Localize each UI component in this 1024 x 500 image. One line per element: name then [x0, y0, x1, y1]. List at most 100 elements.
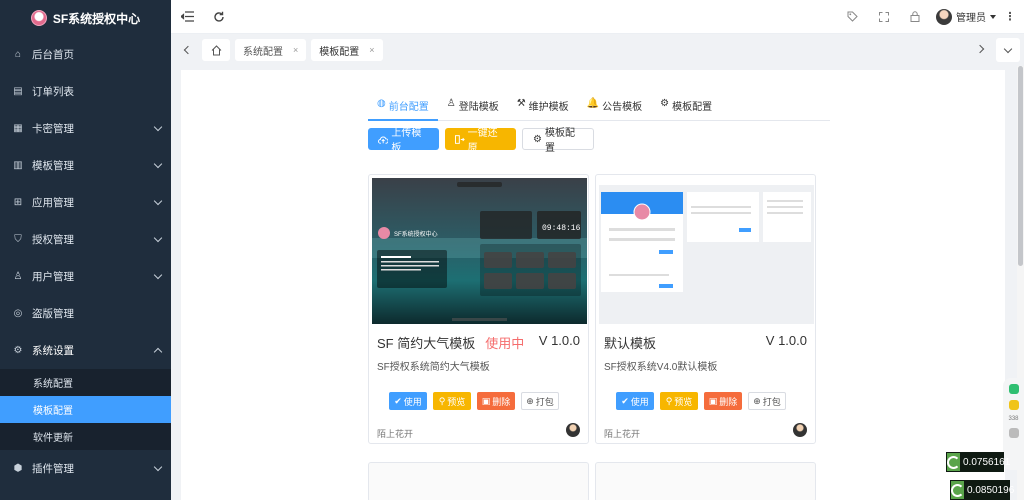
brand[interactable]: SF系统授权中心: [0, 0, 171, 36]
sidebar-item-cards[interactable]: ▦ 卡密管理: [0, 110, 171, 147]
floating-panel-label: 338: [1008, 416, 1019, 422]
chevron-down-icon: [153, 196, 163, 206]
brand-title: SF系统授权中心: [52, 11, 141, 26]
shield-check-icon: [1008, 384, 1019, 394]
template-card-partial: [368, 462, 589, 500]
sidebar-item-apps[interactable]: ⊞ 应用管理: [0, 184, 171, 221]
tabs-scroll-left[interactable]: [175, 39, 197, 61]
sidebar-item-orders[interactable]: ▤ 订单列表: [0, 73, 171, 110]
close-icon[interactable]: ×: [369, 45, 374, 55]
more-vertical-icon[interactable]: ⋮: [1002, 10, 1018, 23]
restore-icon: [455, 134, 465, 144]
sidebar-item-label: 卡密管理: [32, 123, 74, 135]
template-config-button[interactable]: ⚙ 模板配置: [522, 128, 594, 154]
check-icon: ✔: [394, 395, 402, 406]
sidebar-item-templates[interactable]: ▥ 模板管理: [0, 147, 171, 184]
top-header: 管理员 ⋮: [171, 0, 1024, 34]
book-icon: ▥: [13, 159, 23, 171]
pack-button[interactable]: ⊕ 打包: [748, 392, 786, 410]
sidebar-item-auth[interactable]: ⛉ 授权管理: [0, 221, 171, 258]
template-preview-image: SF系统授权中心 09:48:16: [372, 178, 587, 324]
tab-maintenance-template[interactable]: ⚒ 维护模板: [508, 98, 578, 121]
tag-button[interactable]: [837, 0, 868, 34]
template-title: SF 简约大气模板 使用中: [377, 333, 524, 352]
sidebar-item-plugins[interactable]: ⬢ 插件管理: [0, 450, 171, 487]
plus-circle-icon: ⊕: [753, 395, 761, 406]
sidebar-menu: ⌂ 后台首页 ▤ 订单列表 ▦ 卡密管理 ▥ 模板管理 ⊞ 应用管理 ⛉ 授权管…: [0, 36, 171, 487]
chart-icon: [1008, 428, 1019, 438]
scrollbar-thumb[interactable]: [1018, 66, 1023, 266]
ticker-logo-icon: [951, 481, 964, 499]
sidebar-subitem-template-config[interactable]: 模板配置: [0, 396, 171, 423]
header-right: 管理员 ⋮: [837, 0, 1024, 34]
apps-icon: ⊞: [13, 196, 23, 208]
chevron-down-icon: [153, 159, 163, 169]
tabs-scroll-right[interactable]: [970, 38, 992, 60]
use-button[interactable]: ✔ 使用: [389, 392, 427, 410]
plus-circle-icon: ⊕: [526, 395, 534, 406]
restore-button[interactable]: 一键还原: [445, 128, 516, 154]
preview-site-name: SF系统授权中心: [394, 230, 438, 238]
tab-notice-template[interactable]: 🔔 公告模板: [578, 98, 651, 121]
use-button[interactable]: ✔ 使用: [616, 392, 654, 410]
gear-icon: ⚙: [13, 344, 23, 356]
sidebar-subitem-system-config[interactable]: 系统配置: [0, 369, 171, 396]
author-avatar: [793, 423, 807, 437]
sidebar-item-piracy[interactable]: ◎ 盗版管理: [0, 295, 171, 332]
globe-icon: ◍: [377, 98, 386, 109]
delete-button[interactable]: ▣ 删除: [704, 392, 742, 410]
tabs-right: [970, 38, 1020, 62]
tabs-dropdown[interactable]: [996, 38, 1020, 62]
user-icon: ♙: [13, 270, 23, 282]
bulb-icon: [1008, 400, 1019, 410]
price-ticker[interactable]: 0.0850196: [950, 480, 1014, 500]
close-icon[interactable]: ×: [293, 45, 298, 55]
sidebar-item-settings[interactable]: ⚙ 系统设置: [0, 332, 171, 369]
upload-template-button[interactable]: 上传模板: [368, 128, 439, 154]
sidebar-item-users[interactable]: ♙ 用户管理: [0, 258, 171, 295]
action-buttons: 上传模板 一键还原 ⚙ 模板配置: [368, 128, 594, 154]
chevron-down-icon: [153, 122, 163, 132]
button-label: 模板配置: [544, 128, 575, 154]
refresh-icon: [214, 11, 224, 22]
chevron-down-icon: [153, 233, 163, 243]
preview-button[interactable]: ⚲ 预览: [660, 392, 698, 410]
preview-button[interactable]: ⚲ 预览: [433, 392, 471, 410]
chevron-left-icon: [183, 45, 192, 55]
tab-label: 模板配置: [672, 102, 713, 113]
delete-button[interactable]: ▣ 删除: [477, 392, 515, 410]
button-label: 打包: [762, 396, 781, 407]
sidebar-item-label: 应用管理: [32, 197, 74, 209]
chevron-down-icon: [1003, 44, 1013, 53]
fullscreen-button[interactable]: [868, 0, 899, 34]
tab-login-template[interactable]: ♙ 登陆模板: [438, 98, 508, 121]
collapse-sidebar-button[interactable]: [171, 0, 203, 34]
template-card: SF系统授权中心 09:48:16 SF 简约大气模板 使用中 V 1.0.0 S…: [368, 174, 589, 444]
button-label: 使用: [630, 396, 649, 407]
tab-template-settings[interactable]: ⚙ 模板配置: [651, 98, 721, 121]
tab-home[interactable]: [202, 39, 230, 61]
sidebar-item-home[interactable]: ⌂ 后台首页: [0, 36, 171, 73]
bell-icon: 🔔: [586, 98, 600, 109]
lock-button[interactable]: [899, 0, 930, 34]
gear-icon: ⚙: [533, 133, 542, 145]
user-menu[interactable]: 管理员: [930, 8, 1002, 25]
brand-logo: [30, 10, 47, 26]
chevron-down-icon: [153, 270, 163, 280]
price-ticker[interactable]: 0.0756161: [946, 452, 1010, 472]
refresh-button[interactable]: [203, 0, 235, 34]
pack-button[interactable]: ⊕ 打包: [521, 392, 559, 410]
template-title: 默认模板: [604, 333, 656, 352]
sidebar-item-label: 模板管理: [32, 160, 74, 172]
button-label: 打包: [535, 396, 554, 407]
menu-fold-icon: [180, 11, 194, 22]
shield-icon: ⛉: [14, 233, 22, 245]
sidebar-item-label: 盗版管理: [32, 308, 74, 320]
sidebar-subitem-software-update[interactable]: 软件更新: [0, 423, 171, 450]
template-card: 默认模板 V 1.0.0 SF授权系统V4.0默认模板 ✔ 使用 ⚲ 预览 ▣ 删除 …: [595, 174, 816, 444]
template-card-partial: [595, 462, 816, 500]
tab-front-config[interactable]: ◍ 前台配置: [368, 98, 438, 121]
tab-system-config[interactable]: 系统配置 ×: [235, 39, 307, 61]
tab-template-config[interactable]: 模板配置 ×: [311, 39, 383, 61]
template-description: SF授权系统V4.0默认模板: [604, 362, 718, 373]
